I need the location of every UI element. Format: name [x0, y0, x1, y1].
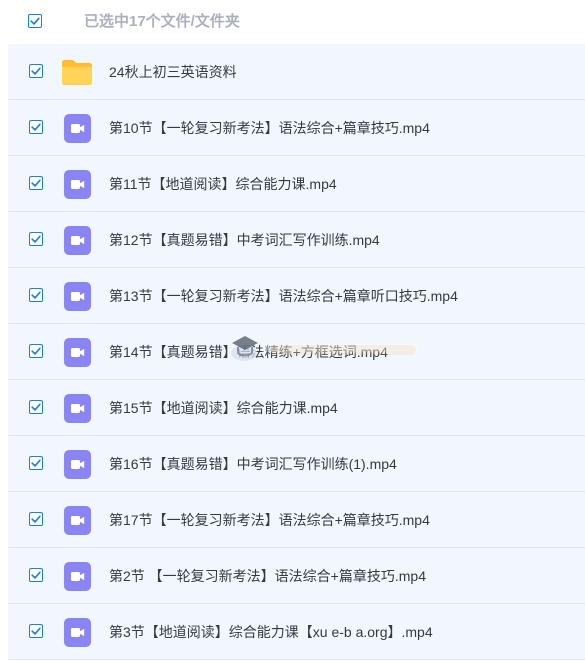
checkmark-icon: [31, 627, 41, 635]
video-icon: [64, 450, 91, 479]
video-icon: [64, 282, 91, 311]
file-name[interactable]: 第12节【真题易错】中考词汇写作训练.mp4: [109, 230, 380, 250]
file-list: 24秋上初三英语资料 第10节【一轮复习新考法】语法综合+篇章技巧.mp4 第1…: [8, 44, 585, 660]
file-checkbox[interactable]: [29, 120, 43, 134]
file-name[interactable]: 第11节【地道阅读】综合能力课.mp4: [109, 174, 337, 194]
file-row-video[interactable]: 第14节【真题易错】语法精练+方框选词.mp4: [8, 324, 585, 380]
file-name[interactable]: 24秋上初三英语资料: [109, 62, 237, 82]
file-checkbox[interactable]: [29, 288, 43, 302]
file-row-folder[interactable]: 24秋上初三英语资料: [8, 44, 585, 100]
file-checkbox[interactable]: [29, 64, 43, 78]
file-row-video[interactable]: 第10节【一轮复习新考法】语法综合+篇章技巧.mp4: [8, 100, 585, 156]
file-row-video[interactable]: 第12节【真题易错】中考词汇写作训练.mp4: [8, 212, 585, 268]
file-row-video[interactable]: 第2节 【一轮复习新考法】语法综合+篇章技巧.mp4: [8, 548, 585, 604]
checkmark-icon: [30, 17, 40, 25]
file-name[interactable]: 第10节【一轮复习新考法】语法综合+篇章技巧.mp4: [109, 118, 430, 138]
video-icon: [64, 114, 91, 143]
video-icon: [64, 226, 91, 255]
checkmark-icon: [31, 403, 41, 411]
file-checkbox[interactable]: [29, 456, 43, 470]
file-name[interactable]: 第2节 【一轮复习新考法】语法综合+篇章技巧.mp4: [109, 566, 426, 586]
file-row-video[interactable]: 第13节【一轮复习新考法】语法综合+篇章听口技巧.mp4: [8, 268, 585, 324]
checkmark-icon: [31, 179, 41, 187]
file-checkbox[interactable]: [29, 176, 43, 190]
file-checkbox[interactable]: [29, 400, 43, 414]
video-icon: [64, 394, 91, 423]
video-icon: [64, 562, 91, 591]
video-icon: [64, 506, 91, 535]
select-all-checkbox[interactable]: [28, 14, 42, 28]
file-row-video[interactable]: 第17节【一轮复习新考法】语法综合+篇章技巧.mp4: [8, 492, 585, 548]
file-name[interactable]: 第13节【一轮复习新考法】语法综合+篇章听口技巧.mp4: [109, 286, 458, 306]
checkmark-icon: [31, 123, 41, 131]
file-selection-panel: 已选中17个文件/文件夹 24秋上初三英语资料 第10节【一轮复习新考法】语法综…: [0, 0, 585, 661]
checkmark-icon: [31, 515, 41, 523]
checkmark-icon: [31, 459, 41, 467]
file-row-video[interactable]: 第16节【真题易错】中考词汇写作训练(1).mp4: [8, 436, 585, 492]
file-row-video[interactable]: 第11节【地道阅读】综合能力课.mp4: [8, 156, 585, 212]
checkmark-icon: [31, 291, 41, 299]
file-checkbox[interactable]: [29, 344, 43, 358]
file-name[interactable]: 第15节【地道阅读】综合能力课.mp4: [109, 398, 338, 418]
file-name[interactable]: 第3节【地道阅读】综合能力课【xu e-b a.org】.mp4: [109, 622, 433, 642]
file-checkbox[interactable]: [29, 624, 43, 638]
file-name[interactable]: 第16节【真题易错】中考词汇写作训练(1).mp4: [109, 454, 397, 474]
checkmark-icon: [31, 571, 41, 579]
selection-header: 已选中17个文件/文件夹: [0, 0, 585, 44]
folder-icon: [62, 60, 92, 85]
file-row-video[interactable]: 第3节【地道阅读】综合能力课【xu e-b a.org】.mp4: [8, 604, 585, 660]
file-checkbox[interactable]: [29, 232, 43, 246]
file-checkbox[interactable]: [29, 568, 43, 582]
checkmark-icon: [31, 235, 41, 243]
video-icon: [64, 170, 91, 199]
file-checkbox[interactable]: [29, 512, 43, 526]
video-icon: [64, 618, 91, 647]
video-icon: [64, 338, 91, 367]
file-row-video[interactable]: 第15节【地道阅读】综合能力课.mp4: [8, 380, 585, 436]
selection-count-label: 已选中17个文件/文件夹: [84, 13, 240, 30]
checkmark-icon: [31, 347, 41, 355]
file-name[interactable]: 第17节【一轮复习新考法】语法综合+篇章技巧.mp4: [109, 510, 430, 530]
file-name[interactable]: 第14节【真题易错】语法精练+方框选词.mp4: [109, 342, 388, 362]
checkmark-icon: [31, 67, 41, 75]
